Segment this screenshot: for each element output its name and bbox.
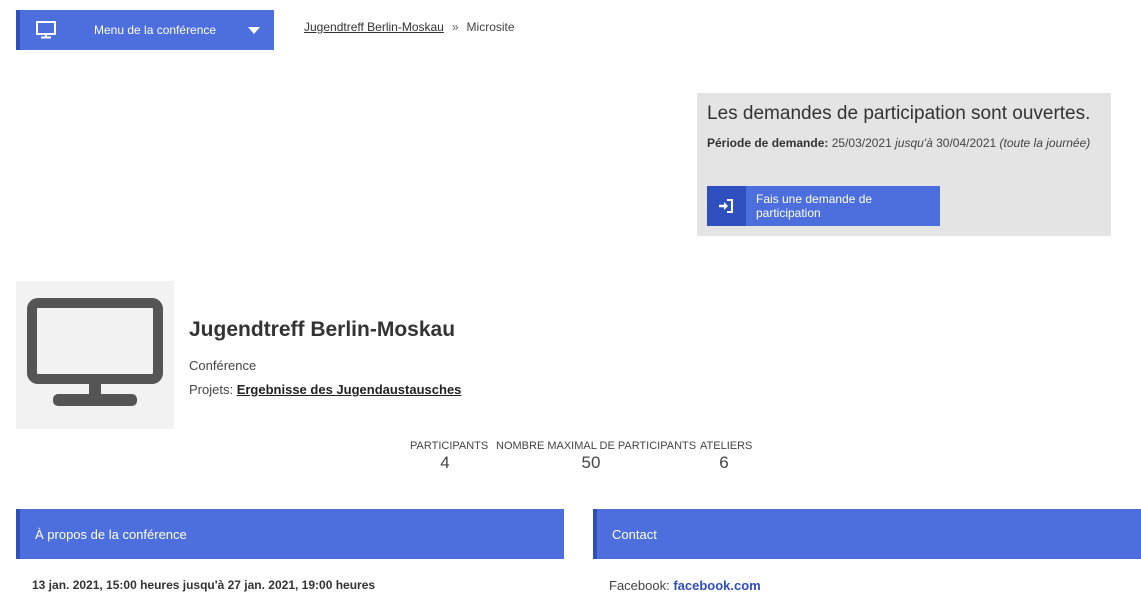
stat-participants: PARTICIPANTS 4 xyxy=(410,440,489,473)
facebook-label: Facebook: xyxy=(609,578,670,593)
stat-value: 50 xyxy=(581,453,601,472)
period-start: 25/03/2021 xyxy=(831,136,892,150)
stat-label: NOMBRE MAXIMAL DE PARTICIPANTS xyxy=(496,440,697,452)
monitor-icon xyxy=(27,297,163,413)
projects-label: Projets: xyxy=(189,382,234,397)
breadcrumb-separator: » xyxy=(451,20,459,34)
stat-workshops: ATELIERS 6 xyxy=(700,440,753,473)
apply-button[interactable]: Fais une demande de participation xyxy=(707,186,940,226)
application-status-title: Les demandes de participation sont ouver… xyxy=(707,103,1091,124)
conference-menu-button[interactable]: Menu de la conférence xyxy=(16,10,274,50)
stat-max-participants: NOMBRE MAXIMAL DE PARTICIPANTS 50 xyxy=(496,440,697,473)
project-link[interactable]: Ergebnisse des Jugendaustausches xyxy=(237,382,462,397)
contact-panel-heading: Contact xyxy=(593,509,1141,559)
apply-button-label: Fais une demande de participation xyxy=(755,192,873,220)
facebook-link[interactable]: facebook.com xyxy=(673,578,760,593)
conference-dates: 13 jan. 2021, 15:00 heures jusqu'à 27 ja… xyxy=(32,578,376,592)
conference-projects: Projets: Ergebnisse des Jugendaustausche… xyxy=(189,382,461,397)
application-panel: Les demandes de participation sont ouver… xyxy=(697,93,1111,236)
period-end: 30/04/2021 xyxy=(936,136,997,150)
conference-title: Jugendtreff Berlin-Moskau xyxy=(189,318,456,341)
breadcrumb: Jugendtreff Berlin-Moskau » Microsite xyxy=(304,20,515,34)
conference-thumbnail xyxy=(16,281,174,429)
stat-value: 4 xyxy=(440,453,450,472)
period-note: (toute la journée) xyxy=(999,136,1091,150)
stat-label: ATELIERS xyxy=(700,440,753,452)
conference-type: Conférence xyxy=(189,358,257,373)
breadcrumb-link-conference[interactable]: Jugendtreff Berlin-Moskau xyxy=(304,20,444,34)
stat-label: PARTICIPANTS xyxy=(410,440,489,452)
contact-facebook: Facebook: facebook.com xyxy=(609,578,761,593)
chevron-down-icon xyxy=(248,27,260,34)
sign-in-icon xyxy=(707,186,746,226)
period-until: jusqu'à xyxy=(895,136,933,150)
period-label: Période de demande: xyxy=(707,136,829,150)
conference-menu-label: Menu de la conférence xyxy=(94,23,217,37)
application-period: Période de demande: 25/03/2021 jusqu'à 3… xyxy=(707,133,1101,154)
breadcrumb-current: Microsite xyxy=(466,20,515,34)
about-panel-heading: À propos de la conférence xyxy=(16,509,564,559)
monitor-icon xyxy=(36,21,56,39)
stat-value: 6 xyxy=(719,453,729,472)
